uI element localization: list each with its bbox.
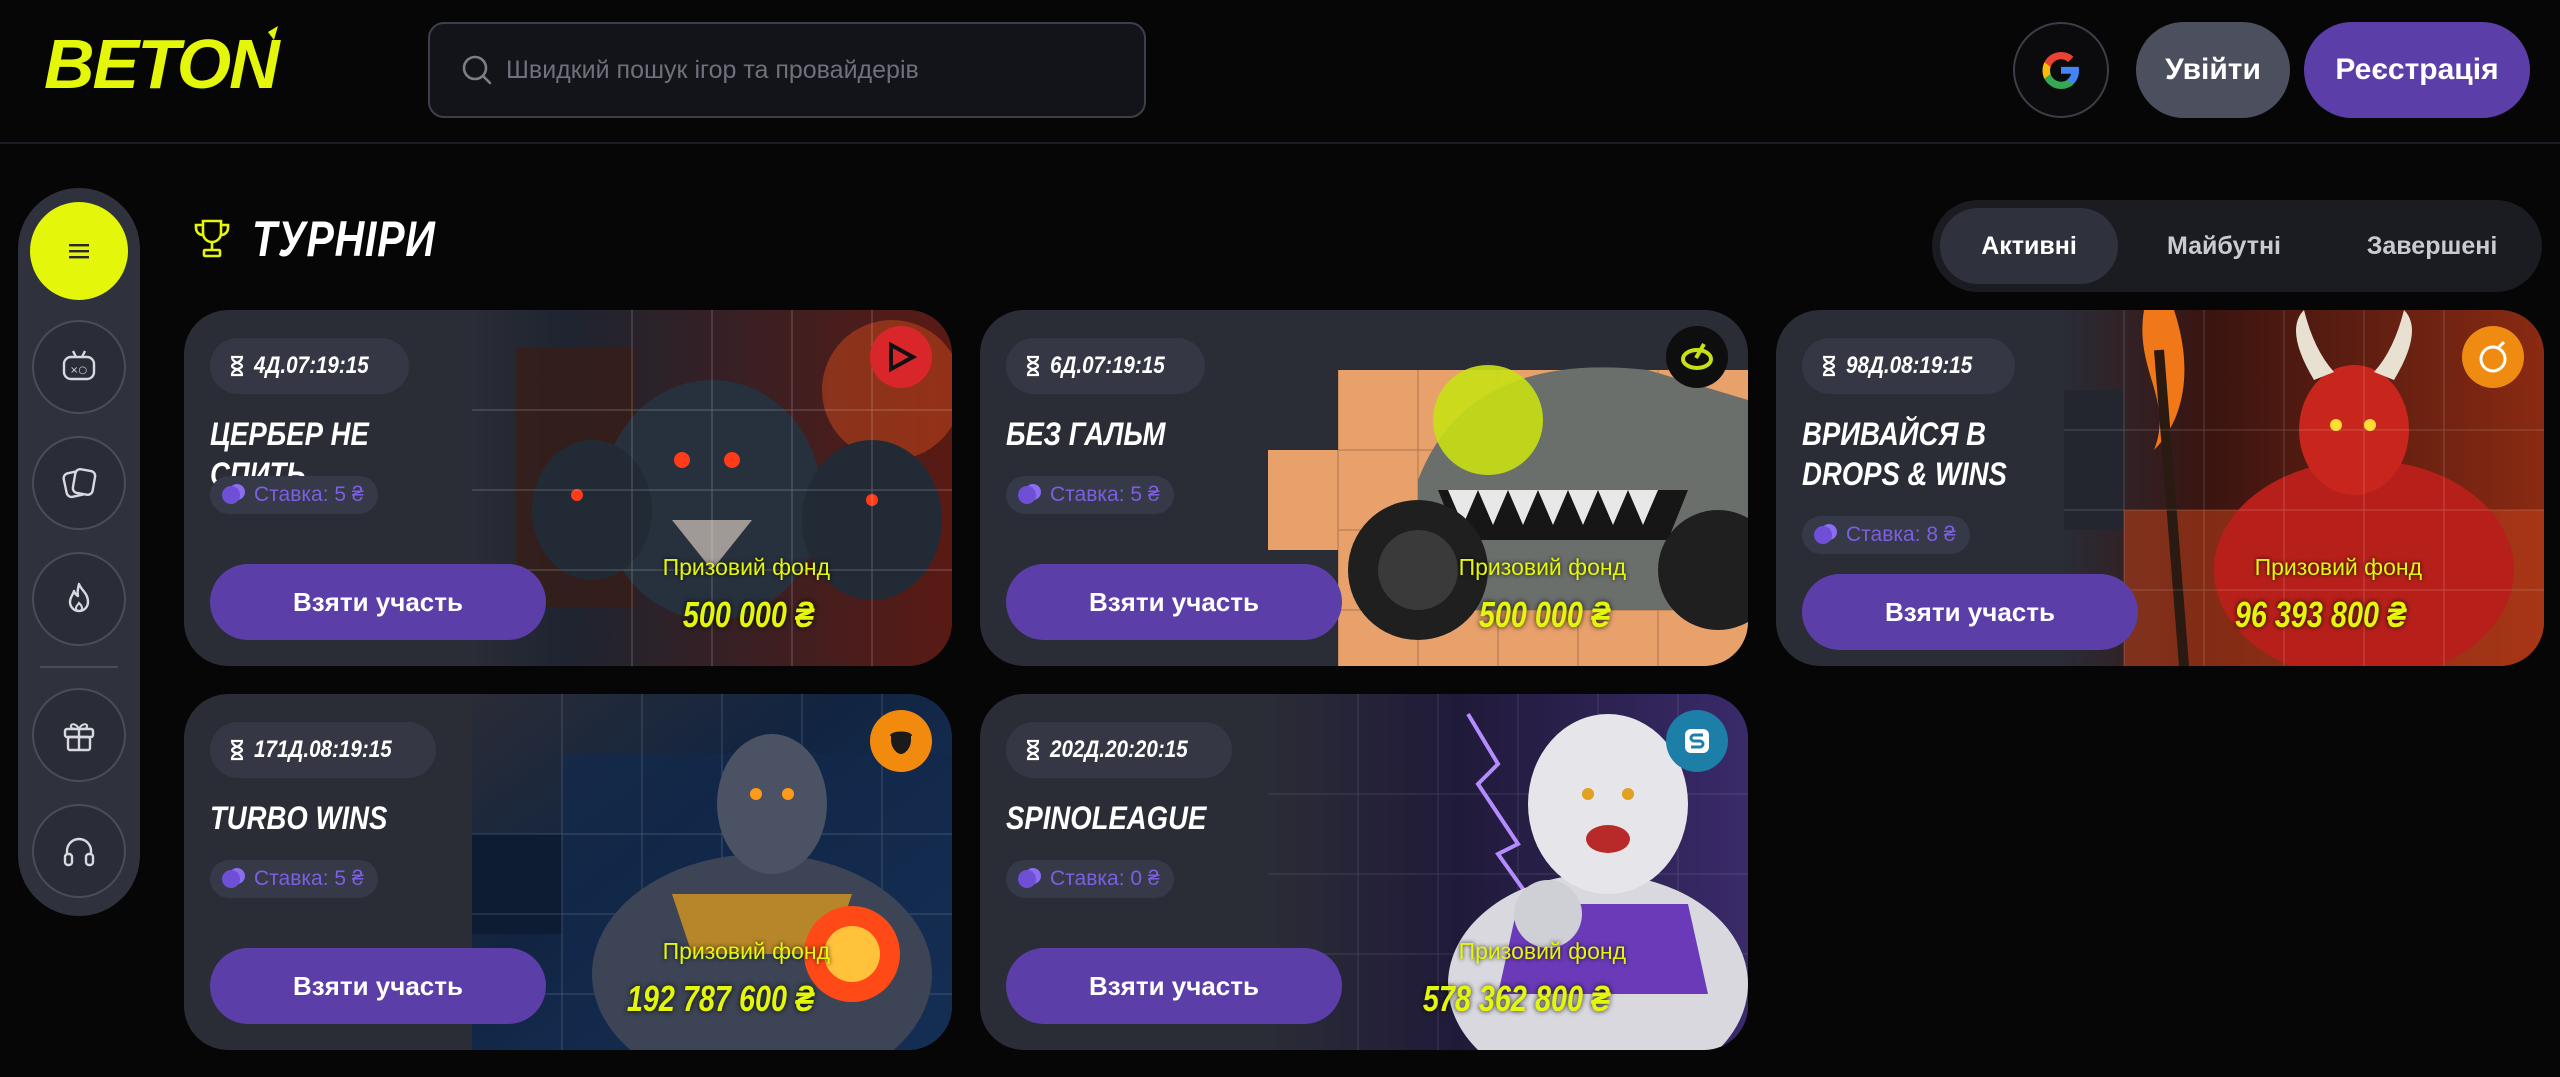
coin-icon <box>1018 486 1036 504</box>
s-logo-icon <box>1685 729 1709 753</box>
stake-badge: Ставка: 8 ₴ <box>1802 516 1970 554</box>
timer-value: 98Д.08:19:15 <box>1846 352 1973 379</box>
google-login-button[interactable] <box>2013 22 2109 118</box>
stake-value: Ставка: 0 ₴ <box>1050 867 1160 890</box>
sidebar-item-support[interactable] <box>32 804 126 898</box>
tournament-card[interactable]: 4Д.07:19:15 ЦЕРБЕР НЕ СПИТЬ Ставка: 5 ₴ … <box>184 310 952 666</box>
prize-amount: 192 787 600 ₴ <box>626 978 814 1019</box>
hourglass-icon <box>1822 355 1836 377</box>
tab-finished[interactable]: Завершені <box>2330 208 2534 284</box>
provider-badge <box>2462 326 2524 388</box>
join-button[interactable]: Взяти участь <box>1802 574 2138 650</box>
hourglass-icon <box>1026 355 1040 377</box>
beton-logo[interactable]: BETON <box>42 26 378 98</box>
sidebar-item-casino[interactable] <box>32 436 126 530</box>
register-button[interactable]: Реєстрація <box>2304 22 2530 118</box>
stake-value: Ставка: 5 ₴ <box>254 483 364 506</box>
timer-value: 171Д.08:19:15 <box>254 736 392 763</box>
provider-badge <box>1666 710 1728 772</box>
countdown-timer: 171Д.08:19:15 <box>210 722 437 778</box>
stake-value: Ставка: 8 ₴ <box>1846 523 1956 546</box>
headset-icon <box>63 837 95 867</box>
menu-button[interactable] <box>30 202 128 300</box>
google-icon <box>2042 52 2079 89</box>
prize-label: Призовий фонд <box>662 938 830 964</box>
timer-value: 6Д.07:19:15 <box>1050 352 1165 379</box>
prize-label: Призовий фонд <box>2254 554 2422 580</box>
provider-badge <box>870 326 932 388</box>
countdown-timer: 6Д.07:19:15 <box>1006 338 1206 394</box>
countdown-timer: 98Д.08:19:15 <box>1802 338 2015 394</box>
prize-amount: 500 000 ₴ <box>682 594 814 635</box>
menu-icon <box>69 244 89 259</box>
bomb-logo-icon <box>2479 340 2507 373</box>
stake-value: Ставка: 5 ₴ <box>1050 483 1160 506</box>
gift-icon <box>63 723 95 752</box>
sidebar-divider <box>40 666 118 668</box>
coin-icon <box>222 870 240 888</box>
play-logo-icon <box>889 341 918 373</box>
sidebar-item-games[interactable]: ×○ <box>32 320 126 414</box>
countdown-timer: 202Д.20:20:15 <box>1006 722 1233 778</box>
prize-amount: 96 393 800 ₴ <box>2234 594 2406 635</box>
tournament-card[interactable]: 98Д.08:19:15 ВРИВАЙСЯ В DROPS & WINS Ста… <box>1776 310 2544 666</box>
join-button[interactable]: Взяти участь <box>210 564 546 640</box>
sidebar-rail: ×○ <box>18 188 140 916</box>
prize-label: Призовий фонд <box>1458 554 1626 580</box>
search-input[interactable] <box>506 55 1106 85</box>
provider-badge <box>870 710 932 772</box>
login-button[interactable]: Увійти <box>2136 22 2290 118</box>
tournament-title: TURBO WINS <box>210 800 388 836</box>
gamepad-icon: ×○ <box>62 350 96 381</box>
tab-upcoming[interactable]: Майбутні <box>2124 208 2324 284</box>
fire-icon <box>68 582 90 613</box>
tournaments-heading: ТУРНІРИ <box>192 210 476 268</box>
stake-badge: Ставка: 0 ₴ <box>1006 860 1174 898</box>
trophy-icon <box>194 219 230 258</box>
timer-value: 202Д.20:20:15 <box>1050 736 1188 763</box>
logo-text: BETON <box>44 26 281 98</box>
tournament-title: SPINOLEAGUE <box>1006 800 1207 836</box>
coin-icon <box>1814 526 1832 544</box>
stake-badge: Ставка: 5 ₴ <box>210 860 378 898</box>
page-title: ТУРНІРИ <box>252 211 436 267</box>
prize-label: Призовий фонд <box>662 554 830 580</box>
tournament-card[interactable]: 6Д.07:19:15 БЕЗ ГАЛЬМ Ставка: 5 ₴ Взяти … <box>980 310 1748 666</box>
svg-text:×○: ×○ <box>70 365 87 376</box>
cards-icon <box>62 468 97 499</box>
top-header: BETON Увійти Реєстрація <box>0 0 2560 144</box>
tournament-title: ВРИВАЙСЯ В DROPS & WINS <box>1802 416 2007 492</box>
tournament-title: БЕЗ ГАЛЬМ <box>1006 416 1166 452</box>
prize-label: Призовий фонд <box>1458 938 1626 964</box>
search-box[interactable] <box>428 22 1146 118</box>
tournament-card[interactable]: 202Д.20:20:15 SPINOLEAGUE Ставка: 0 ₴ Вз… <box>980 694 1748 1050</box>
countdown-timer: 4Д.07:19:15 <box>210 338 410 394</box>
acorn-logo-icon <box>890 731 912 754</box>
join-button[interactable]: Взяти участь <box>210 948 546 1024</box>
hourglass-icon <box>1026 739 1040 761</box>
join-button[interactable]: Взяти участь <box>1006 948 1342 1024</box>
hourglass-icon <box>230 739 244 761</box>
provider-badge <box>1666 326 1728 388</box>
stake-value: Ставка: 5 ₴ <box>254 867 364 890</box>
spin-logo-icon <box>1681 343 1713 370</box>
join-button[interactable]: Взяти участь <box>1006 564 1342 640</box>
stake-badge: Ставка: 5 ₴ <box>210 476 378 514</box>
timer-value: 4Д.07:19:15 <box>254 352 369 379</box>
hourglass-icon <box>230 355 244 377</box>
stake-badge: Ставка: 5 ₴ <box>1006 476 1174 514</box>
prize-amount: 578 362 800 ₴ <box>1422 978 1610 1019</box>
tournament-tabs: Активні Майбутні Завершені <box>1932 200 2542 292</box>
prize-amount: 500 000 ₴ <box>1478 594 1610 635</box>
coin-icon <box>222 486 240 504</box>
tournament-card[interactable]: 171Д.08:19:15 TURBO WINS Ставка: 5 ₴ Взя… <box>184 694 952 1050</box>
coin-icon <box>1018 870 1036 888</box>
search-icon <box>462 55 492 85</box>
tab-active[interactable]: Активні <box>1940 208 2118 284</box>
sidebar-item-bonuses[interactable] <box>32 688 126 782</box>
sidebar-item-hot[interactable] <box>32 552 126 646</box>
